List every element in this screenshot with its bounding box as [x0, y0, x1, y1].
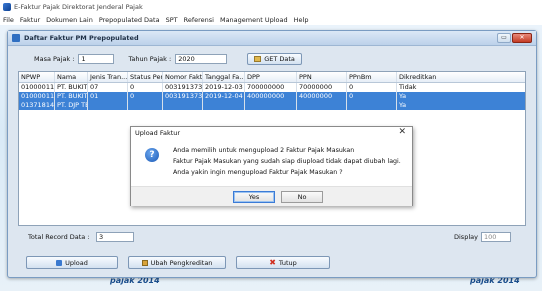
- table-footer: Total Record Data : 3 Display 100: [18, 231, 526, 245]
- cell-jenis: [88, 101, 128, 110]
- total-record-label: Total Record Data :: [28, 233, 90, 241]
- col-status[interactable]: Status Pen...: [128, 72, 163, 82]
- menu-faktur[interactable]: Faktur: [19, 16, 41, 24]
- cell-ppn: [297, 101, 347, 110]
- dialog-message-line2: Faktur Pajak Masukan yang sudah siap diu…: [173, 158, 401, 165]
- cell-tanggal: [203, 101, 245, 110]
- upload-faktur-dialog: Upload Faktur ✕ ? Anda memilih untuk men…: [130, 126, 413, 206]
- get-data-button[interactable]: GET Data: [247, 53, 302, 65]
- cell-dikreditkan: Tidak: [399, 83, 417, 91]
- cell-tanggal: 2019-12-03: [203, 83, 245, 92]
- table-header: NPWP Nama Jenis Tran... Status Pen... No…: [19, 72, 525, 83]
- cell-nama: PT. DJP TEK: [55, 101, 88, 110]
- dialog-close-button[interactable]: ✕: [398, 127, 406, 137]
- total-record-value: 3: [96, 232, 134, 242]
- dialog-titlebar: Upload Faktur: [131, 127, 412, 138]
- cell-npwp: 0137181430...: [21, 101, 55, 110]
- filter-row: Masa Pajak : 1 Tahun Pajak : 2020 GET Da…: [18, 53, 302, 65]
- col-tanggal[interactable]: Tanggal Fa...: [203, 72, 245, 82]
- question-icon: ?: [145, 148, 159, 162]
- tutup-label: Tutup: [278, 258, 297, 267]
- cell-nomor: 0031913737...: [165, 83, 203, 92]
- upload-label: Upload: [65, 258, 88, 267]
- folder-icon: [254, 56, 262, 62]
- cell-tanggal: 2019-12-04: [203, 92, 245, 101]
- masa-pajak-label: Masa Pajak :: [34, 55, 75, 63]
- col-ppn[interactable]: PPN: [297, 72, 347, 82]
- cell-nama: PT. BUKIT AS...: [57, 83, 88, 92]
- tutup-button[interactable]: ✖ Tutup: [236, 256, 330, 269]
- upload-button[interactable]: Upload: [26, 256, 118, 269]
- col-nomor-faktur[interactable]: Nomor Faktur: [163, 72, 203, 82]
- menu-dokumen-lain[interactable]: Dokumen Lain: [45, 16, 94, 24]
- tahun-pajak-label: Tahun Pajak :: [128, 55, 172, 63]
- window-controls: ▭ ✕: [497, 33, 532, 43]
- dialog-message-line3: Anda yakin ingin mengupload Faktur Pajak…: [173, 169, 343, 176]
- cell-ppn: 70000000: [297, 83, 347, 92]
- app-logo-icon: [3, 3, 11, 11]
- dialog-body: ? Anda memilih untuk mengupload 2 Faktur…: [131, 138, 412, 186]
- tahun-pajak-input[interactable]: 2020: [175, 54, 228, 64]
- no-button[interactable]: No: [281, 191, 323, 203]
- dialog-message-line1: Anda memilih untuk mengupload 2 Faktur P…: [173, 147, 355, 154]
- cell-dpp: 700000000: [245, 83, 297, 92]
- cell-npwp: 0100001150...: [21, 83, 55, 92]
- col-nama[interactable]: Nama: [55, 72, 88, 82]
- cell-dpp: 400000000: [245, 92, 297, 101]
- dialog-title: Upload Faktur: [135, 128, 181, 137]
- cell-jenis: 07: [88, 83, 128, 92]
- dialog-footer: Yes No: [131, 186, 412, 206]
- ubah-pengkreditan-button[interactable]: Ubah Pengkreditan: [128, 256, 226, 269]
- app-menubar: File Faktur Dokumen Lain Prepopulated Da…: [0, 14, 542, 25]
- display-count-input[interactable]: 100: [481, 232, 511, 242]
- menu-help[interactable]: Help: [293, 16, 310, 24]
- cell-dpp: [245, 101, 297, 110]
- display-label: Display: [454, 233, 478, 241]
- yes-button[interactable]: Yes: [233, 191, 275, 203]
- menu-spt[interactable]: SPT: [165, 16, 179, 24]
- ubah-pengkreditan-label: Ubah Pengkreditan: [150, 258, 213, 267]
- col-jenis-transaksi[interactable]: Jenis Tran...: [88, 72, 128, 82]
- upload-icon: [56, 259, 63, 266]
- restore-button[interactable]: ▭: [497, 33, 511, 43]
- masa-pajak-input[interactable]: 1: [78, 54, 115, 64]
- cell-status: [128, 101, 163, 110]
- cell-nomor: [163, 101, 203, 110]
- cell-status: 0: [128, 92, 163, 101]
- cell-nomor: 0031913737...: [165, 92, 203, 101]
- window-icon: [12, 34, 20, 42]
- table-row[interactable]: 0100001150... PT. BUKIT AS... 01 0 00319…: [19, 92, 525, 101]
- menu-file[interactable]: File: [2, 16, 15, 24]
- cell-dikreditkan: Ya: [399, 101, 407, 109]
- cell-ppn: 40000000: [297, 92, 347, 101]
- window-title: Daftar Faktur PM Prepopulated: [24, 34, 139, 42]
- col-ppnbm[interactable]: PPnBm: [347, 72, 397, 82]
- cell-ppnbm: 0: [347, 92, 397, 101]
- close-window-button[interactable]: ✕: [512, 33, 532, 43]
- table-row[interactable]: 0100001150... PT. BUKIT AS... 07 0 00319…: [19, 83, 525, 92]
- get-data-label: GET Data: [264, 55, 295, 63]
- menu-referensi[interactable]: Referensi: [183, 16, 215, 24]
- cell-status: 0: [128, 83, 163, 92]
- cell-dikreditkan: Ya: [399, 92, 407, 100]
- edit-icon: [141, 259, 148, 266]
- close-icon: ✖: [269, 257, 276, 267]
- cell-nama: PT. BUKIT AS...: [57, 92, 88, 101]
- cell-jenis: 01: [88, 92, 128, 101]
- menu-management-upload[interactable]: Management Upload: [219, 16, 289, 24]
- app-title: E-Faktur Pajak Direktorat Jenderal Pajak: [14, 3, 143, 11]
- col-dpp[interactable]: DPP: [245, 72, 297, 82]
- cell-ppnbm: [347, 101, 397, 110]
- app-titlebar: E-Faktur Pajak Direktorat Jenderal Pajak: [0, 0, 542, 14]
- cell-npwp: 0100001150...: [21, 92, 55, 101]
- menu-prepopulated-data[interactable]: Prepopulated Data: [98, 16, 161, 24]
- table-row[interactable]: 0137181430... PT. DJP TEK Ya: [19, 101, 525, 110]
- action-bar: Upload Ubah Pengkreditan ✖ Tutup: [26, 256, 330, 269]
- window-titlebar: Daftar Faktur PM Prepopulated: [8, 31, 536, 46]
- col-dikreditkan[interactable]: Dikreditkan: [397, 72, 525, 82]
- cell-ppnbm: 0: [347, 83, 397, 92]
- col-npwp[interactable]: NPWP: [19, 72, 55, 82]
